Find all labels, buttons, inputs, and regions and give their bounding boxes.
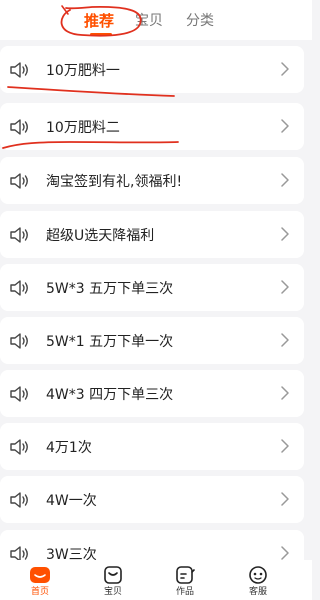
home-icon xyxy=(30,567,50,583)
speaker-icon xyxy=(10,546,28,560)
list-item[interactable]: 淘宝签到有礼,领福利! xyxy=(0,157,304,204)
chevron-right-icon xyxy=(281,227,289,241)
bag-icon xyxy=(104,566,122,584)
list-item-label: 4W一次 xyxy=(46,493,97,509)
chevron-right-icon xyxy=(281,173,289,187)
list-item-label: 10万肥料二 xyxy=(46,120,120,136)
nav-service-label: 客服 xyxy=(248,587,267,597)
list-item-label: 超级U选天降福利 xyxy=(46,228,155,244)
app-page: 推荐 宝贝 分类 10万肥料一 10万肥料二 淘宝签到有礼,领福利! 超级U选天… xyxy=(0,0,312,600)
bottom-navigation: 首页 宝贝 作品 客服 xyxy=(0,560,312,600)
chevron-right-icon xyxy=(281,333,289,347)
list-item[interactable]: 4万1次 xyxy=(0,423,304,470)
speaker-icon xyxy=(10,119,28,135)
list-item-label: 5W*1 五万下单一次 xyxy=(46,334,174,350)
active-tab-indicator xyxy=(90,33,112,36)
nav-products-label: 宝贝 xyxy=(103,587,122,597)
chevron-right-icon xyxy=(281,546,289,560)
speaker-icon xyxy=(10,492,28,508)
nav-service[interactable]: 客服 xyxy=(236,566,280,597)
tab-categories[interactable]: 分类 xyxy=(186,12,214,30)
list-item-label: 4W*3 四万下单三次 xyxy=(46,387,174,403)
chevron-right-icon xyxy=(281,492,289,506)
chevron-right-icon xyxy=(281,280,289,294)
list-item[interactable]: 3W三次 xyxy=(0,530,304,560)
list-item[interactable]: 4W一次 xyxy=(0,476,304,523)
list-item-label: 淘宝签到有礼,领福利! xyxy=(46,174,183,190)
tab-recommend[interactable]: 推荐 xyxy=(84,12,114,30)
chevron-right-icon xyxy=(281,62,289,76)
nav-works[interactable]: 作品 xyxy=(163,566,207,597)
top-tab-bar: 推荐 宝贝 分类 xyxy=(0,0,312,40)
tab-products[interactable]: 宝贝 xyxy=(135,12,163,30)
service-icon xyxy=(249,566,267,584)
speaker-icon xyxy=(10,333,28,349)
speaker-icon xyxy=(10,386,28,402)
works-icon xyxy=(176,566,195,584)
nav-home[interactable]: 首页 xyxy=(18,566,62,597)
chevron-right-icon xyxy=(281,119,289,133)
list-item[interactable]: 5W*3 五万下单三次 xyxy=(0,264,304,311)
speaker-icon xyxy=(10,62,28,78)
chevron-right-icon xyxy=(281,439,289,453)
list-item-label: 4万1次 xyxy=(46,440,92,456)
list-item[interactable]: 5W*1 五万下单一次 xyxy=(0,317,304,364)
list-item[interactable]: 超级U选天降福利 xyxy=(0,211,304,258)
list-item-label: 5W*3 五万下单三次 xyxy=(46,281,174,297)
speaker-icon xyxy=(10,227,28,243)
speaker-icon xyxy=(10,280,28,296)
nav-works-label: 作品 xyxy=(175,587,194,597)
list-item-label: 3W三次 xyxy=(46,547,97,560)
message-list: 10万肥料一 10万肥料二 淘宝签到有礼,领福利! 超级U选天降福利 5W*3 … xyxy=(0,40,312,560)
speaker-icon xyxy=(10,439,28,455)
list-item-label: 10万肥料一 xyxy=(46,63,120,79)
chevron-right-icon xyxy=(281,386,289,400)
nav-home-label: 首页 xyxy=(30,587,49,597)
speaker-icon xyxy=(10,173,28,189)
list-item[interactable]: 4W*3 四万下单三次 xyxy=(0,370,304,417)
list-item[interactable]: 10万肥料一 xyxy=(0,46,304,93)
nav-products[interactable]: 宝贝 xyxy=(91,566,135,597)
list-item[interactable]: 10万肥料二 xyxy=(0,103,304,150)
